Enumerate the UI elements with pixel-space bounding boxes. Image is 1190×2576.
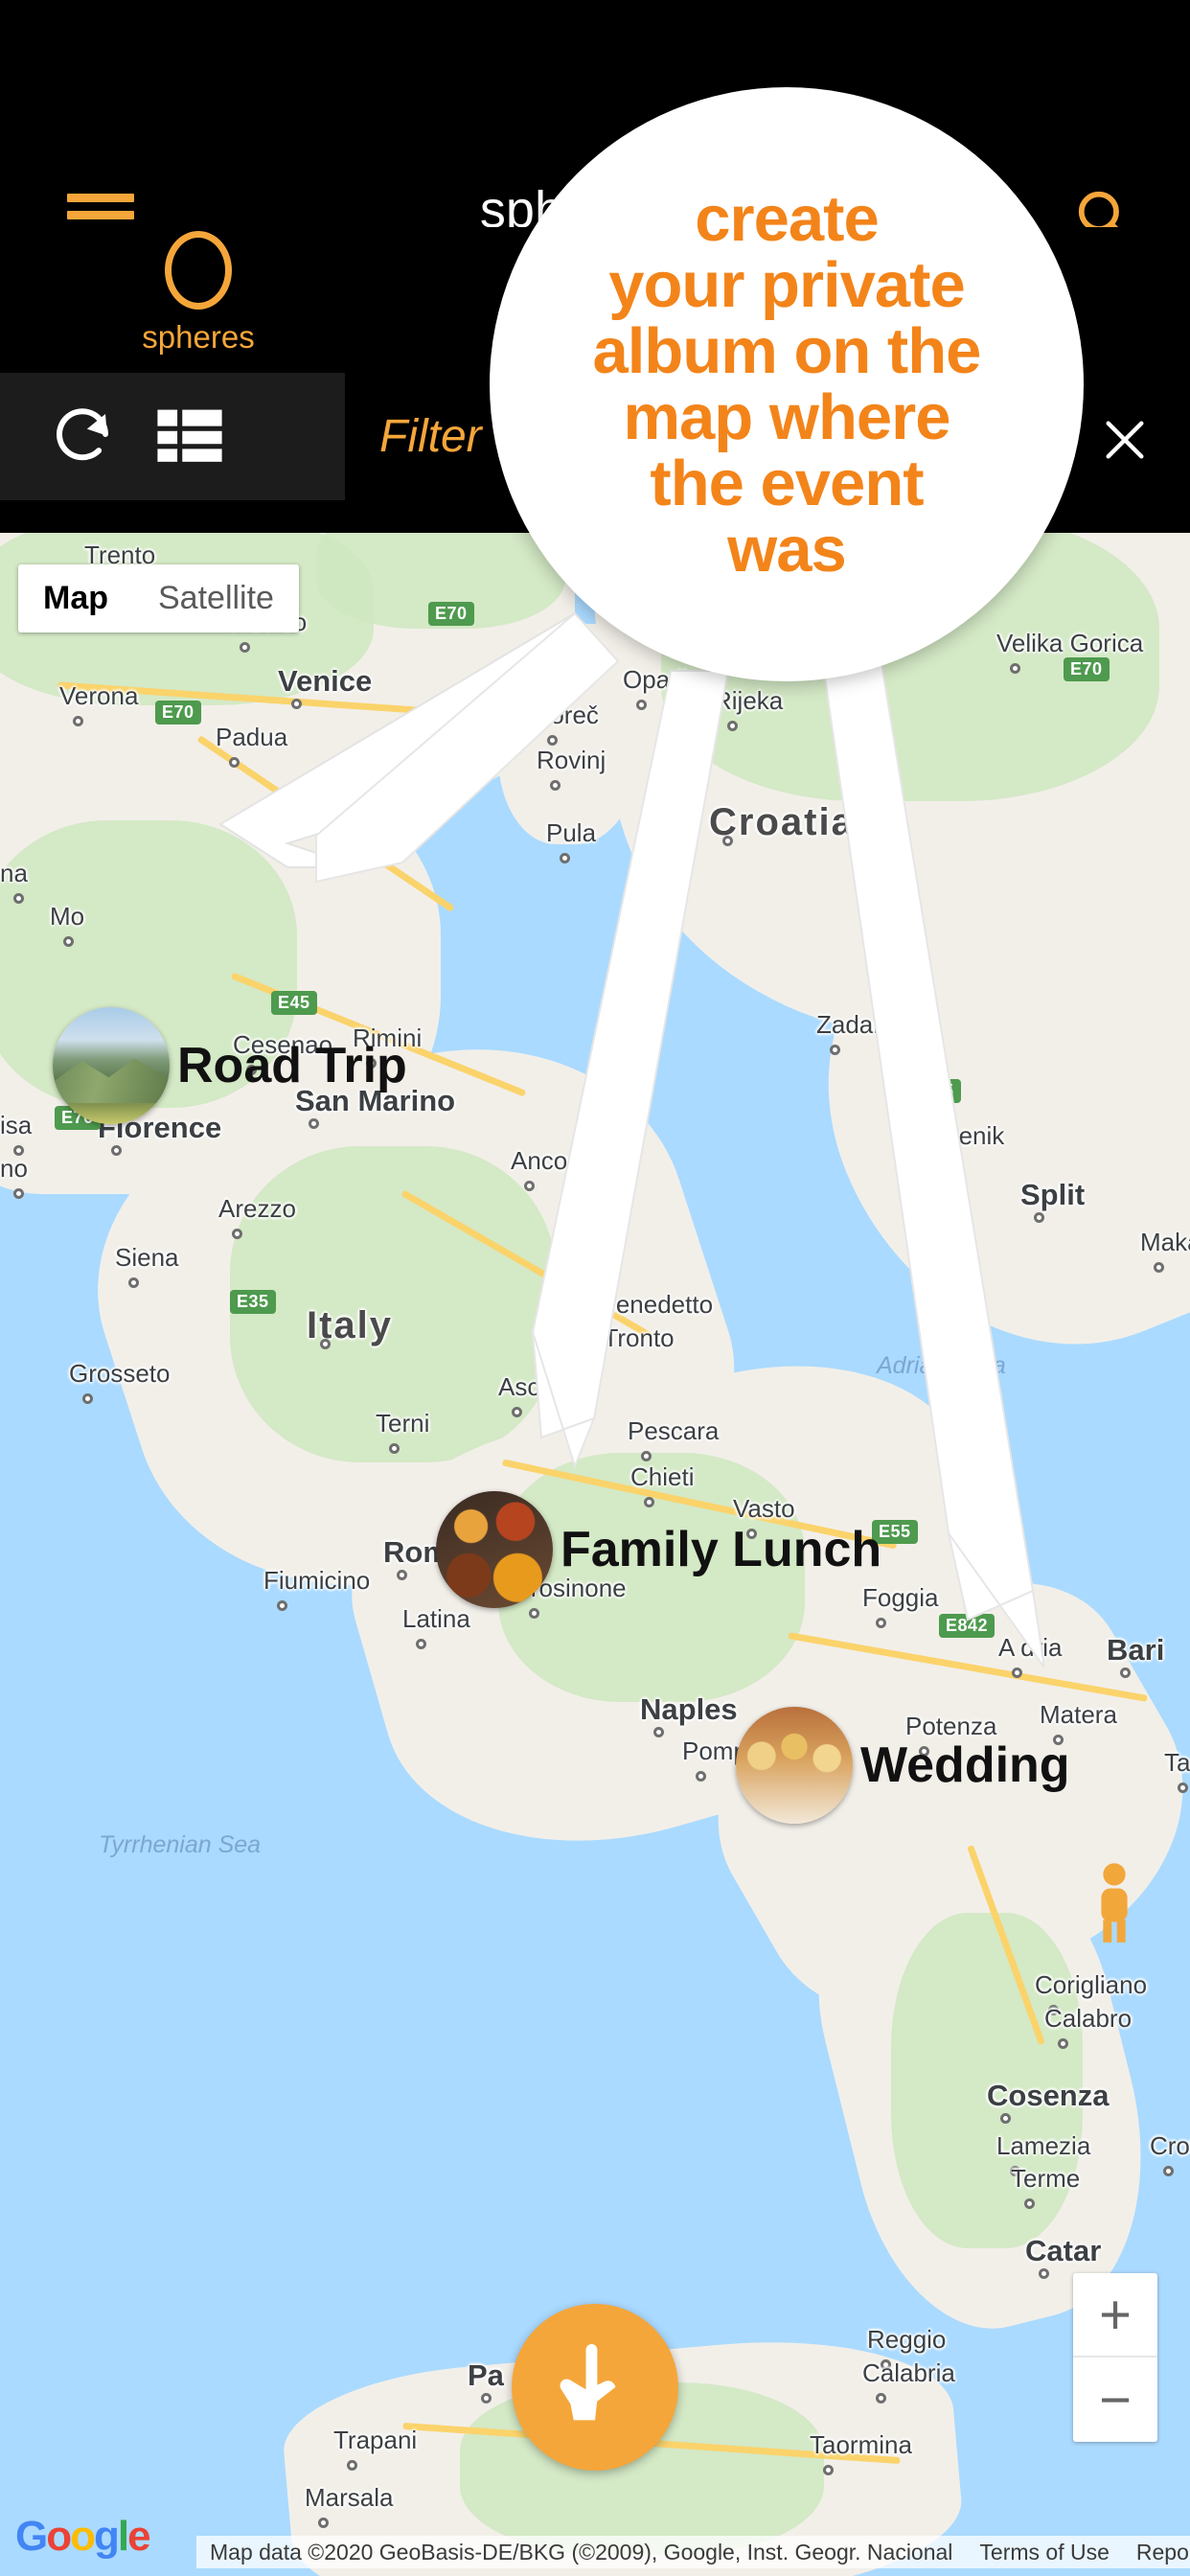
callout-line-5: was [727, 514, 847, 586]
tutorial-callout-bubble[interactable]: create your private album on the map where t… [490, 87, 1084, 681]
callout-line-4: the event [650, 448, 924, 519]
callout-line-2: album on the [592, 315, 982, 387]
app-screen: sphere.ph spheres super recent [0, 0, 1190, 2576]
tutorial-callout-text: create your private album on the map where t… [576, 186, 998, 583]
callout-line-1: your private [608, 249, 966, 321]
callout-line-3: map where [623, 381, 950, 453]
callout-line-0: create [695, 183, 879, 255]
